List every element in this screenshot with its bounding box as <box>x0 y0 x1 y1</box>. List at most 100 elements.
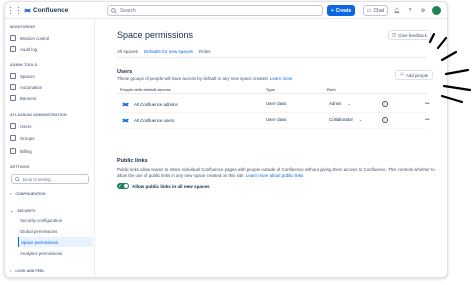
more-actions-icon[interactable]: ••• <box>425 117 430 123</box>
sidebar-item-label: Security configuration <box>20 217 63 223</box>
chevron-down-icon: ⌄ <box>358 117 363 122</box>
page-title: Space permissions <box>117 30 194 40</box>
sidebar-item-label: Automation <box>20 84 43 90</box>
spaces-icon <box>10 73 16 79</box>
sidebar-item-banners[interactable]: Banners <box>10 93 92 103</box>
ellipsis-icon: ••• <box>425 117 430 123</box>
create-button[interactable]: + Create <box>327 5 355 16</box>
type-cell: User class <box>266 117 287 122</box>
chat-label: Chat <box>373 7 384 14</box>
search-input[interactable]: Search <box>107 5 323 16</box>
confluence-group-icon <box>122 118 129 123</box>
chevron-right-icon: › <box>10 268 12 273</box>
sidebar-item-label: Audit log <box>20 46 38 52</box>
info-icon: i <box>382 117 388 123</box>
groups-icon <box>10 135 16 141</box>
jump-to-setting-input[interactable]: Jump to setting... <box>11 174 89 184</box>
role-select[interactable]: Admin ⌄ <box>329 101 351 106</box>
role-info-icon[interactable]: i <box>382 117 388 123</box>
sidebar-group-label: LOOK AND FEEL <box>15 268 45 273</box>
search-icon <box>111 7 117 14</box>
public-links-toggle-label: Allow public links in all new spaces <box>132 183 210 189</box>
audit-log-icon <box>10 46 16 52</box>
section-title-atlassian-administration: ATLASSIAN ADMINISTRATION <box>10 113 67 117</box>
help-icon[interactable]: ? <box>406 7 414 15</box>
sidebar-item-label: Spaces <box>20 73 35 79</box>
sidebar-item-mission-control[interactable]: Mission control <box>10 33 92 43</box>
public-links-toggle[interactable]: ✓ <box>117 183 129 189</box>
monitor-icon <box>10 35 16 41</box>
table-row: All Confluence admins User class Admin ⌄… <box>117 97 430 113</box>
column-header-type: Type <box>266 87 276 92</box>
public-links-description: Public links allow teams to share indivi… <box>117 167 439 179</box>
sidebar-group-look-and-feel[interactable]: › LOOK AND FEEL <box>10 268 45 273</box>
check-icon: ✓ <box>118 183 122 188</box>
public-links-heading: Public links <box>117 158 148 164</box>
sidebar-item-groups[interactable]: Groups <box>10 133 92 143</box>
learn-more-public-links-link[interactable]: Learn more about public links <box>246 173 303 178</box>
role-select[interactable]: Collaborator ⌄ <box>329 117 362 122</box>
sidebar-group-label: SECURITY <box>17 208 36 213</box>
role-info-icon[interactable]: i <box>382 101 388 107</box>
group-name: All Confluence users <box>134 118 175 123</box>
confluence-mark-icon <box>24 7 31 13</box>
sidebar-item-automation[interactable]: Automation <box>10 82 92 92</box>
settings-gear-icon[interactable]: ⚙ <box>419 7 427 15</box>
table-row: All Confluence users User class Collabor… <box>117 113 430 129</box>
add-person-icon: ⚇ <box>400 72 404 77</box>
group-cell: All Confluence users <box>122 117 174 124</box>
search-icon <box>15 176 20 182</box>
section-title-settings: SETTINGS <box>10 165 30 169</box>
main-content: Space permissions ◫ Give feedback All sp… <box>96 19 447 277</box>
top-right-actions: ▭ Chat 🔔︎ ? ⚙ <box>362 5 441 16</box>
avatar[interactable] <box>432 6 441 15</box>
sidebar-item-label: Global permissions <box>20 228 58 234</box>
column-header-role: Role <box>327 87 336 92</box>
type-cell: User class <box>266 101 287 106</box>
sidebar-group-security[interactable]: ⌄ SECURITY <box>10 208 36 213</box>
megaphone-icon: ◫ <box>392 32 397 37</box>
sidebar-item-label: Space permissions <box>21 239 59 245</box>
learn-more-link[interactable]: Learn more <box>270 76 292 81</box>
automation-icon <box>10 84 16 90</box>
tabs-divider <box>117 57 427 58</box>
sidebar-item-label: Mission control <box>20 35 50 41</box>
sidebar-item-security-configuration[interactable]: Security configuration <box>20 215 93 225</box>
notifications-icon[interactable]: 🔔︎ <box>393 7 401 15</box>
sidebar-item-audit-log[interactable]: Audit log <box>10 44 92 54</box>
chevron-down-icon: ⌄ <box>347 101 351 106</box>
users-heading: Users <box>117 69 133 75</box>
public-links-toggle-row: ✓ Allow public links in all new spaces <box>117 183 210 189</box>
top-navigation: ⋮⋮ Confluence Search + Create ▭ Chat 🔔︎ … <box>5 2 447 19</box>
sidebar-item-space-permissions[interactable]: Space permissions <box>18 237 93 247</box>
group-name: All Confluence admins <box>134 102 178 107</box>
chevron-right-icon: › <box>10 191 12 196</box>
sidebar-item-label: Billing <box>20 148 32 154</box>
create-label: Create <box>335 7 352 14</box>
sidebar-item-users[interactable]: Users <box>10 121 92 131</box>
sidebar-item-spaces[interactable]: Spaces <box>10 71 92 81</box>
product-name: Confluence <box>33 6 69 14</box>
sidebar-group-label: CONFIGURATION <box>15 191 46 196</box>
users-description-text: These groups of people will have access … <box>117 76 269 81</box>
search-placeholder: Search <box>120 7 136 14</box>
toggle-knob <box>124 184 128 188</box>
chat-button[interactable]: ▭ Chat <box>362 5 388 16</box>
role-value: Collaborator <box>329 117 353 122</box>
decorative-doodle <box>428 32 472 104</box>
section-title-admin-tools: ADMIN TOOLS <box>10 63 38 67</box>
sidebar-item-global-permissions[interactable]: Global permissions <box>20 226 93 236</box>
users-icon <box>10 123 16 129</box>
sidebar-item-billing[interactable]: Billing <box>10 146 92 156</box>
app-window: ⋮⋮ Confluence Search + Create ▭ Chat 🔔︎ … <box>4 1 448 278</box>
app-switcher-icon[interactable]: ⋮⋮ <box>7 5 23 16</box>
banner-icon <box>10 95 16 101</box>
sidebar-item-label: Analytics permissions <box>20 250 63 256</box>
group-cell: All Confluence admins <box>122 101 178 108</box>
sidebar-item-label: Groups <box>20 135 35 141</box>
sidebar-group-configuration[interactable]: › CONFIGURATION <box>10 191 45 196</box>
jump-to-setting-placeholder: Jump to setting... <box>22 176 54 182</box>
sidebar-item-analytics-permissions[interactable]: Analytics permissions <box>20 248 93 258</box>
column-header-people: People with default access <box>120 87 171 92</box>
confluence-logo[interactable]: Confluence <box>24 7 68 14</box>
